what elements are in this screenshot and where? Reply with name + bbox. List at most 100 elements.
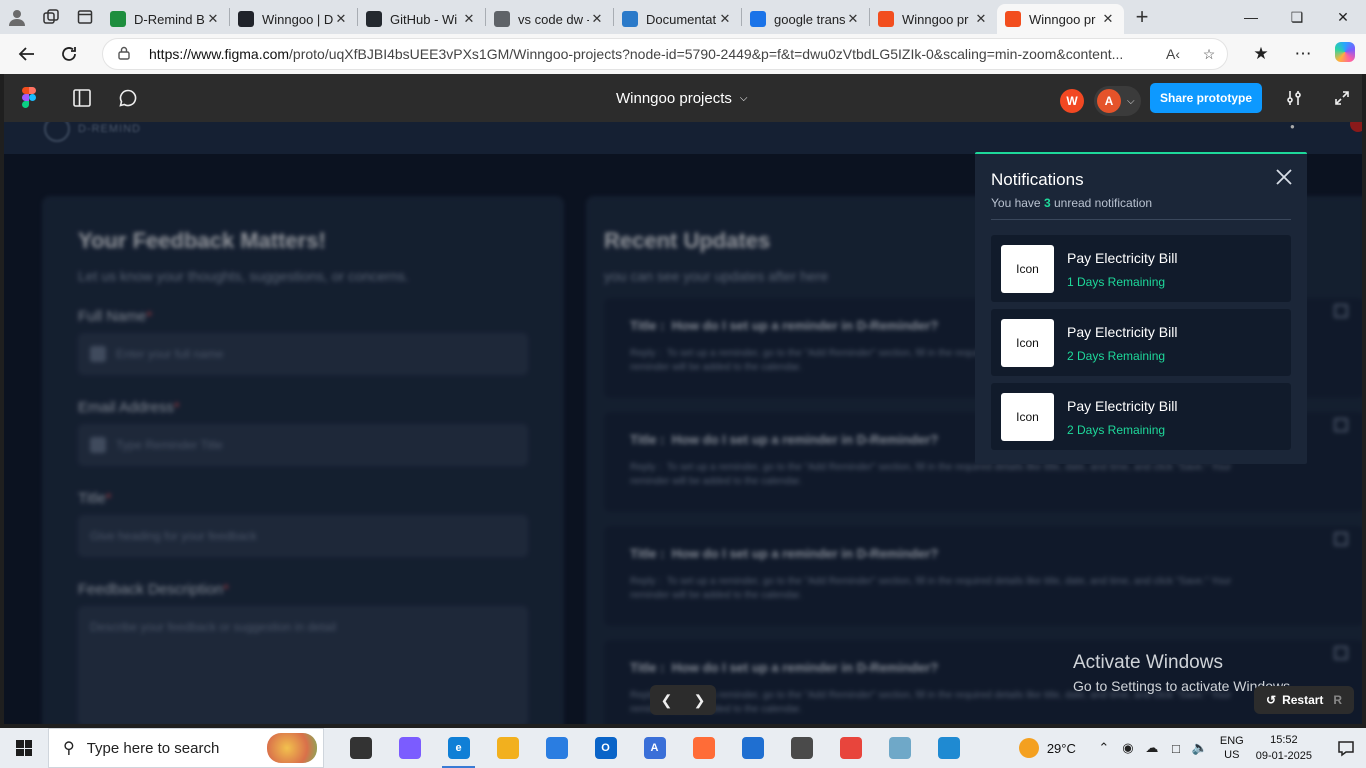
windows-taskbar: ⚲ Type here to search e O A 29°C ⌃ ◉ ☁ □ 🔈… (0, 728, 1366, 768)
favorites-icon[interactable]: ★ (1240, 44, 1282, 64)
share-prototype-button[interactable]: Share prototype (1150, 83, 1262, 113)
close-tab-icon[interactable]: ✕ (1100, 11, 1116, 27)
tab-title: vs code dw - (518, 11, 589, 27)
avatar-menu[interactable]: A ⌵ (1094, 86, 1141, 116)
notification-remaining: 2 Days Remaining (1067, 349, 1166, 363)
prototype-nav: ❮ ❯ (650, 685, 716, 715)
taskbar-app[interactable] (336, 728, 385, 768)
close-icon[interactable] (1275, 168, 1293, 186)
tab-actions-button[interactable] (68, 0, 102, 34)
taskbar-app[interactable] (532, 728, 581, 768)
weather-widget[interactable]: 29°C (1018, 738, 1076, 758)
feedback-subheading: Let us know your thoughts, suggestions, … (78, 268, 409, 284)
taskbar-app[interactable] (679, 728, 728, 768)
restart-button[interactable]: ↺ Restart R (1254, 686, 1355, 714)
figma-toolbar-right (1282, 86, 1366, 110)
window-controls: — ❏ ✕ (1228, 0, 1366, 34)
volume-muted-icon[interactable]: 🔈 (1188, 740, 1212, 756)
clock-date: 09-01-2025 (1255, 750, 1312, 762)
start-button[interactable] (0, 728, 48, 768)
notification-item[interactable]: Icon Pay Electricity Bill 2 Days Remaining (991, 309, 1291, 376)
notification-center-icon[interactable] (1326, 739, 1366, 757)
cloud-icon[interactable]: ☁ (1140, 740, 1164, 756)
new-tab-button[interactable]: + (1124, 4, 1160, 30)
taskbar-search[interactable]: ⚲ Type here to search (48, 728, 324, 768)
email-input: Type Reminder Title (78, 424, 528, 466)
browser-toolbar-right: ★ ⋯ (1240, 34, 1366, 74)
taskbar-app[interactable]: e (434, 728, 483, 768)
url-field[interactable]: https://www.figma.com/proto/uqXfBJBI4bsU… (102, 38, 1228, 70)
settings-sliders-icon[interactable] (1282, 86, 1306, 110)
taskbar-app[interactable] (385, 728, 434, 768)
chevron-right-icon[interactable]: ❯ (683, 685, 716, 715)
refresh-button[interactable] (48, 34, 90, 74)
notification-item[interactable]: Icon Pay Electricity Bill 2 Days Remaining (991, 383, 1291, 450)
chevron-up-icon[interactable]: ⌃ (1092, 740, 1116, 756)
figma-prototype-toolbar: Winngoo projects ⌵ W A ⌵ Share prototype (4, 74, 1362, 122)
taskbar-app[interactable] (777, 728, 826, 768)
chevron-down-icon: ⌵ (1127, 95, 1135, 107)
taskbar-app[interactable] (728, 728, 777, 768)
meet-icon[interactable]: ◉ (1116, 740, 1140, 756)
close-icon[interactable]: ✕ (1320, 0, 1366, 34)
browser-tab[interactable]: Winngoo pr ✕ (997, 4, 1124, 34)
read-aloud-icon[interactable]: A‹ (1155, 46, 1191, 62)
browser-tab[interactable]: google trans ✕ (742, 4, 869, 34)
more-menu-icon[interactable]: ⋯ (1282, 44, 1324, 64)
sidebar-toggle-icon[interactable] (70, 86, 94, 110)
taskbar-app[interactable] (875, 728, 924, 768)
divider (991, 219, 1291, 220)
close-tab-icon[interactable]: ✕ (461, 11, 477, 27)
tab-title: Winngoo pr (1029, 11, 1096, 27)
browser-tab[interactable]: Documentat ✕ (614, 4, 741, 34)
close-tab-icon[interactable]: ✕ (845, 11, 861, 27)
figma-icon (1005, 11, 1021, 27)
clock[interactable]: 15:52 09-01-2025 (1256, 732, 1312, 764)
file-title-dropdown[interactable]: Winngoo projects ⌵ (616, 74, 748, 122)
notification-icon: Icon (1001, 245, 1054, 293)
app-icon: A (643, 737, 666, 759)
figma-logo-icon[interactable] (22, 87, 36, 109)
close-tab-icon[interactable]: ✕ (205, 11, 221, 27)
browser-tab[interactable]: GitHub - Wi ✕ (358, 4, 485, 34)
microsoft-store-icon (545, 737, 568, 759)
comment-icon[interactable] (116, 86, 140, 110)
field-label: Title* (78, 490, 112, 507)
close-tab-icon[interactable]: ✕ (717, 11, 733, 27)
fullscreen-icon[interactable] (1330, 86, 1354, 110)
taskbar-app[interactable]: O (581, 728, 630, 768)
close-tab-icon[interactable]: ✕ (589, 11, 605, 27)
update-title: Title : How do I set up a reminder in D-… (630, 546, 939, 561)
notification-item[interactable]: Icon Pay Electricity Bill 1 Days Remaining (991, 235, 1291, 302)
taskbar-app[interactable]: A (630, 728, 679, 768)
browser-tab[interactable]: D-Remind Bu ✕ (102, 4, 229, 34)
taskbar-app[interactable] (826, 728, 875, 768)
network-icon[interactable]: □ (1164, 741, 1188, 756)
avatar[interactable]: W (1060, 89, 1084, 113)
figma-icon (878, 11, 894, 27)
back-button[interactable] (6, 34, 48, 74)
taskbar-app[interactable] (924, 728, 973, 768)
close-tab-icon[interactable]: ✕ (333, 11, 349, 27)
lock-icon[interactable] (117, 46, 131, 63)
copilot-button[interactable] (1324, 41, 1366, 67)
notification-title: Pay Electricity Bill (1067, 324, 1178, 340)
minimize-icon[interactable]: — (1228, 0, 1274, 34)
workspaces-button[interactable] (34, 0, 68, 34)
close-tab-icon[interactable]: ✕ (973, 11, 989, 27)
profile-button[interactable] (0, 0, 34, 34)
chevron-left-icon[interactable]: ❮ (650, 685, 683, 715)
restore-icon[interactable]: ❏ (1274, 0, 1320, 34)
browser-tab[interactable]: Winngoo | D ✕ (230, 4, 357, 34)
language-indicator[interactable]: ENG US (1220, 734, 1244, 762)
workspaces-icon (43, 9, 59, 24)
browser-tab[interactable]: vs code dw - ✕ (486, 4, 613, 34)
description-textarea: Describe your feedback or suggestion in … (78, 606, 528, 724)
favorite-star-icon[interactable]: ☆ (1191, 46, 1227, 63)
taskbar-app[interactable] (483, 728, 532, 768)
notification-icon: Icon (1001, 393, 1054, 441)
browser-tab[interactable]: Winngoo pr ✕ (870, 4, 997, 34)
notification-title: Pay Electricity Bill (1067, 398, 1178, 414)
unread-count: 3 (1043, 196, 1051, 210)
update-card: Title : How do I set up a reminder in D-… (604, 526, 1362, 626)
